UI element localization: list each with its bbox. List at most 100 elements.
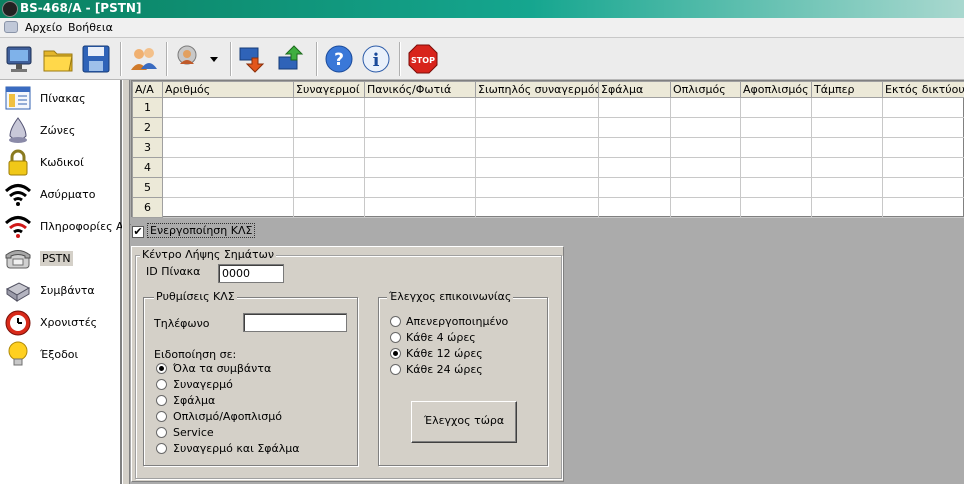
grid-cell[interactable] <box>162 197 294 218</box>
grid-cell[interactable] <box>162 157 294 178</box>
enable-cms-label[interactable]: Ενεργοποίηση ΚΛΣ <box>147 223 256 238</box>
comm-4h-radio[interactable] <box>390 332 401 343</box>
sidebar-item-outputs[interactable]: Έξοδοι <box>0 338 122 370</box>
grid-cell[interactable] <box>670 197 741 218</box>
notify-option-label[interactable]: Όλα τα συμβάντα <box>173 362 271 375</box>
grid-cell[interactable] <box>293 137 365 158</box>
notify-option-label[interactable]: Συναγερμό και Σφάλμα <box>173 442 300 455</box>
grid-cell[interactable] <box>670 97 741 118</box>
sidebar-item-panel[interactable]: Πίνακας <box>0 82 122 114</box>
grid-cell[interactable] <box>162 137 294 158</box>
chevron-down-icon[interactable] <box>207 42 221 76</box>
grid-cell[interactable] <box>293 177 365 198</box>
menu-file[interactable]: Αρχείο <box>25 21 62 34</box>
panel-id-input[interactable]: 0000 <box>218 264 284 283</box>
check-now-button[interactable]: Έλεγχος τώρα <box>411 401 517 443</box>
grid-cell[interactable] <box>475 177 599 198</box>
grid-cell[interactable] <box>598 177 671 198</box>
grid-cell[interactable] <box>598 137 671 158</box>
grid-cell[interactable] <box>882 157 964 178</box>
grid-cell[interactable] <box>740 177 812 198</box>
grid-cell[interactable] <box>882 197 964 218</box>
comm-24h-radio[interactable] <box>390 364 401 375</box>
sidebar-item-pstn[interactable]: PSTN <box>0 242 122 274</box>
grid-cell[interactable] <box>882 117 964 138</box>
comm-12h-radio[interactable] <box>390 348 401 359</box>
column-header[interactable]: Σφάλμα <box>598 81 671 98</box>
grid-cell[interactable] <box>740 157 812 178</box>
sidebar-item-timers[interactable]: Χρονιστές <box>0 306 122 338</box>
comm-disabled-radio[interactable] <box>390 316 401 327</box>
grid-cell[interactable] <box>475 97 599 118</box>
grid-cell[interactable] <box>740 197 812 218</box>
grid-cell[interactable] <box>811 177 883 198</box>
grid-cell[interactable] <box>364 97 476 118</box>
grid-cell[interactable] <box>364 117 476 138</box>
grid-cell[interactable] <box>598 97 671 118</box>
grid-cell[interactable] <box>293 157 365 178</box>
download-icon[interactable] <box>236 42 270 76</box>
grid-cell[interactable] <box>293 97 365 118</box>
column-header[interactable]: Αριθμός <box>162 81 294 98</box>
notify-option-arm-radio[interactable] <box>156 411 167 422</box>
stop-icon[interactable]: STOP <box>406 42 440 76</box>
column-header[interactable]: Πανικός/Φωτιά <box>364 81 476 98</box>
notify-option-fault-radio[interactable] <box>156 395 167 406</box>
column-header[interactable]: Εκτός δικτύου <box>882 81 964 98</box>
grid-cell[interactable] <box>598 197 671 218</box>
grid-cell[interactable] <box>811 117 883 138</box>
enable-cms-checkbox[interactable]: ✔ <box>132 226 144 238</box>
save-icon[interactable] <box>79 42 113 76</box>
phone-input[interactable] <box>243 313 347 332</box>
notify-option-all-radio[interactable] <box>156 363 167 374</box>
comm-option-label[interactable]: Κάθε 24 ώρες <box>406 363 483 376</box>
column-header[interactable]: Αφοπλισμός <box>740 81 812 98</box>
grid-cell[interactable] <box>475 137 599 158</box>
grid-cell[interactable] <box>598 117 671 138</box>
grid-cell[interactable] <box>882 137 964 158</box>
grid-cell[interactable] <box>162 117 294 138</box>
folder-icon[interactable] <box>41 42 75 76</box>
notify-option-alarm-fault-radio[interactable] <box>156 443 167 454</box>
upload-icon[interactable] <box>275 42 309 76</box>
column-header[interactable]: Σιωπηλός συναγερμός <box>475 81 599 98</box>
column-header[interactable]: Τάμπερ <box>811 81 883 98</box>
grid-cell[interactable] <box>475 197 599 218</box>
sidebar-item-wireless[interactable]: Ασύρματο <box>0 178 122 210</box>
grid-cell[interactable] <box>475 157 599 178</box>
system-menu-icon[interactable] <box>4 21 18 33</box>
notify-option-label[interactable]: Συναγερμό <box>173 378 233 391</box>
grid-cell[interactable] <box>162 177 294 198</box>
notify-option-label[interactable]: Service <box>173 426 214 439</box>
notify-option-label[interactable]: Σφάλμα <box>173 394 215 407</box>
grid-cell[interactable] <box>882 97 964 118</box>
comm-option-label[interactable]: Κάθε 12 ώρες <box>406 347 483 360</box>
sidebar-item-codes[interactable]: Κωδικοί <box>0 146 122 178</box>
grid-cell[interactable] <box>811 157 883 178</box>
grid-cell[interactable] <box>670 157 741 178</box>
grid-cell[interactable] <box>811 197 883 218</box>
grid-cell[interactable] <box>670 177 741 198</box>
grid-cell[interactable] <box>475 117 599 138</box>
menu-help[interactable]: Βοήθεια <box>68 21 113 34</box>
sidebar-item-events[interactable]: Συμβάντα <box>0 274 122 306</box>
sidebar-item-wireless-info[interactable]: Πληροφορίες Ασ <box>0 210 131 242</box>
grid-cell[interactable] <box>740 137 812 158</box>
grid-cell[interactable] <box>364 137 476 158</box>
grid-cell[interactable] <box>740 97 812 118</box>
comm-option-label[interactable]: Κάθε 4 ώρες <box>406 331 476 344</box>
info-icon[interactable]: i <box>359 42 393 76</box>
splitter[interactable] <box>122 80 130 484</box>
sidebar-item-zones[interactable]: Ζώνες <box>0 114 122 146</box>
grid-cell[interactable] <box>364 157 476 178</box>
grid-cell[interactable] <box>670 137 741 158</box>
notify-option-label[interactable]: Οπλισμό/Αφοπλισμό <box>173 410 282 423</box>
grid-cell[interactable] <box>670 117 741 138</box>
column-header[interactable]: Α/Α <box>132 81 163 98</box>
grid-cell[interactable] <box>811 97 883 118</box>
column-header[interactable]: Συναγερμοί <box>293 81 365 98</box>
grid-cell[interactable] <box>882 177 964 198</box>
grid-cell[interactable] <box>162 97 294 118</box>
help-icon[interactable]: ? <box>322 42 356 76</box>
grid-cell[interactable] <box>293 117 365 138</box>
